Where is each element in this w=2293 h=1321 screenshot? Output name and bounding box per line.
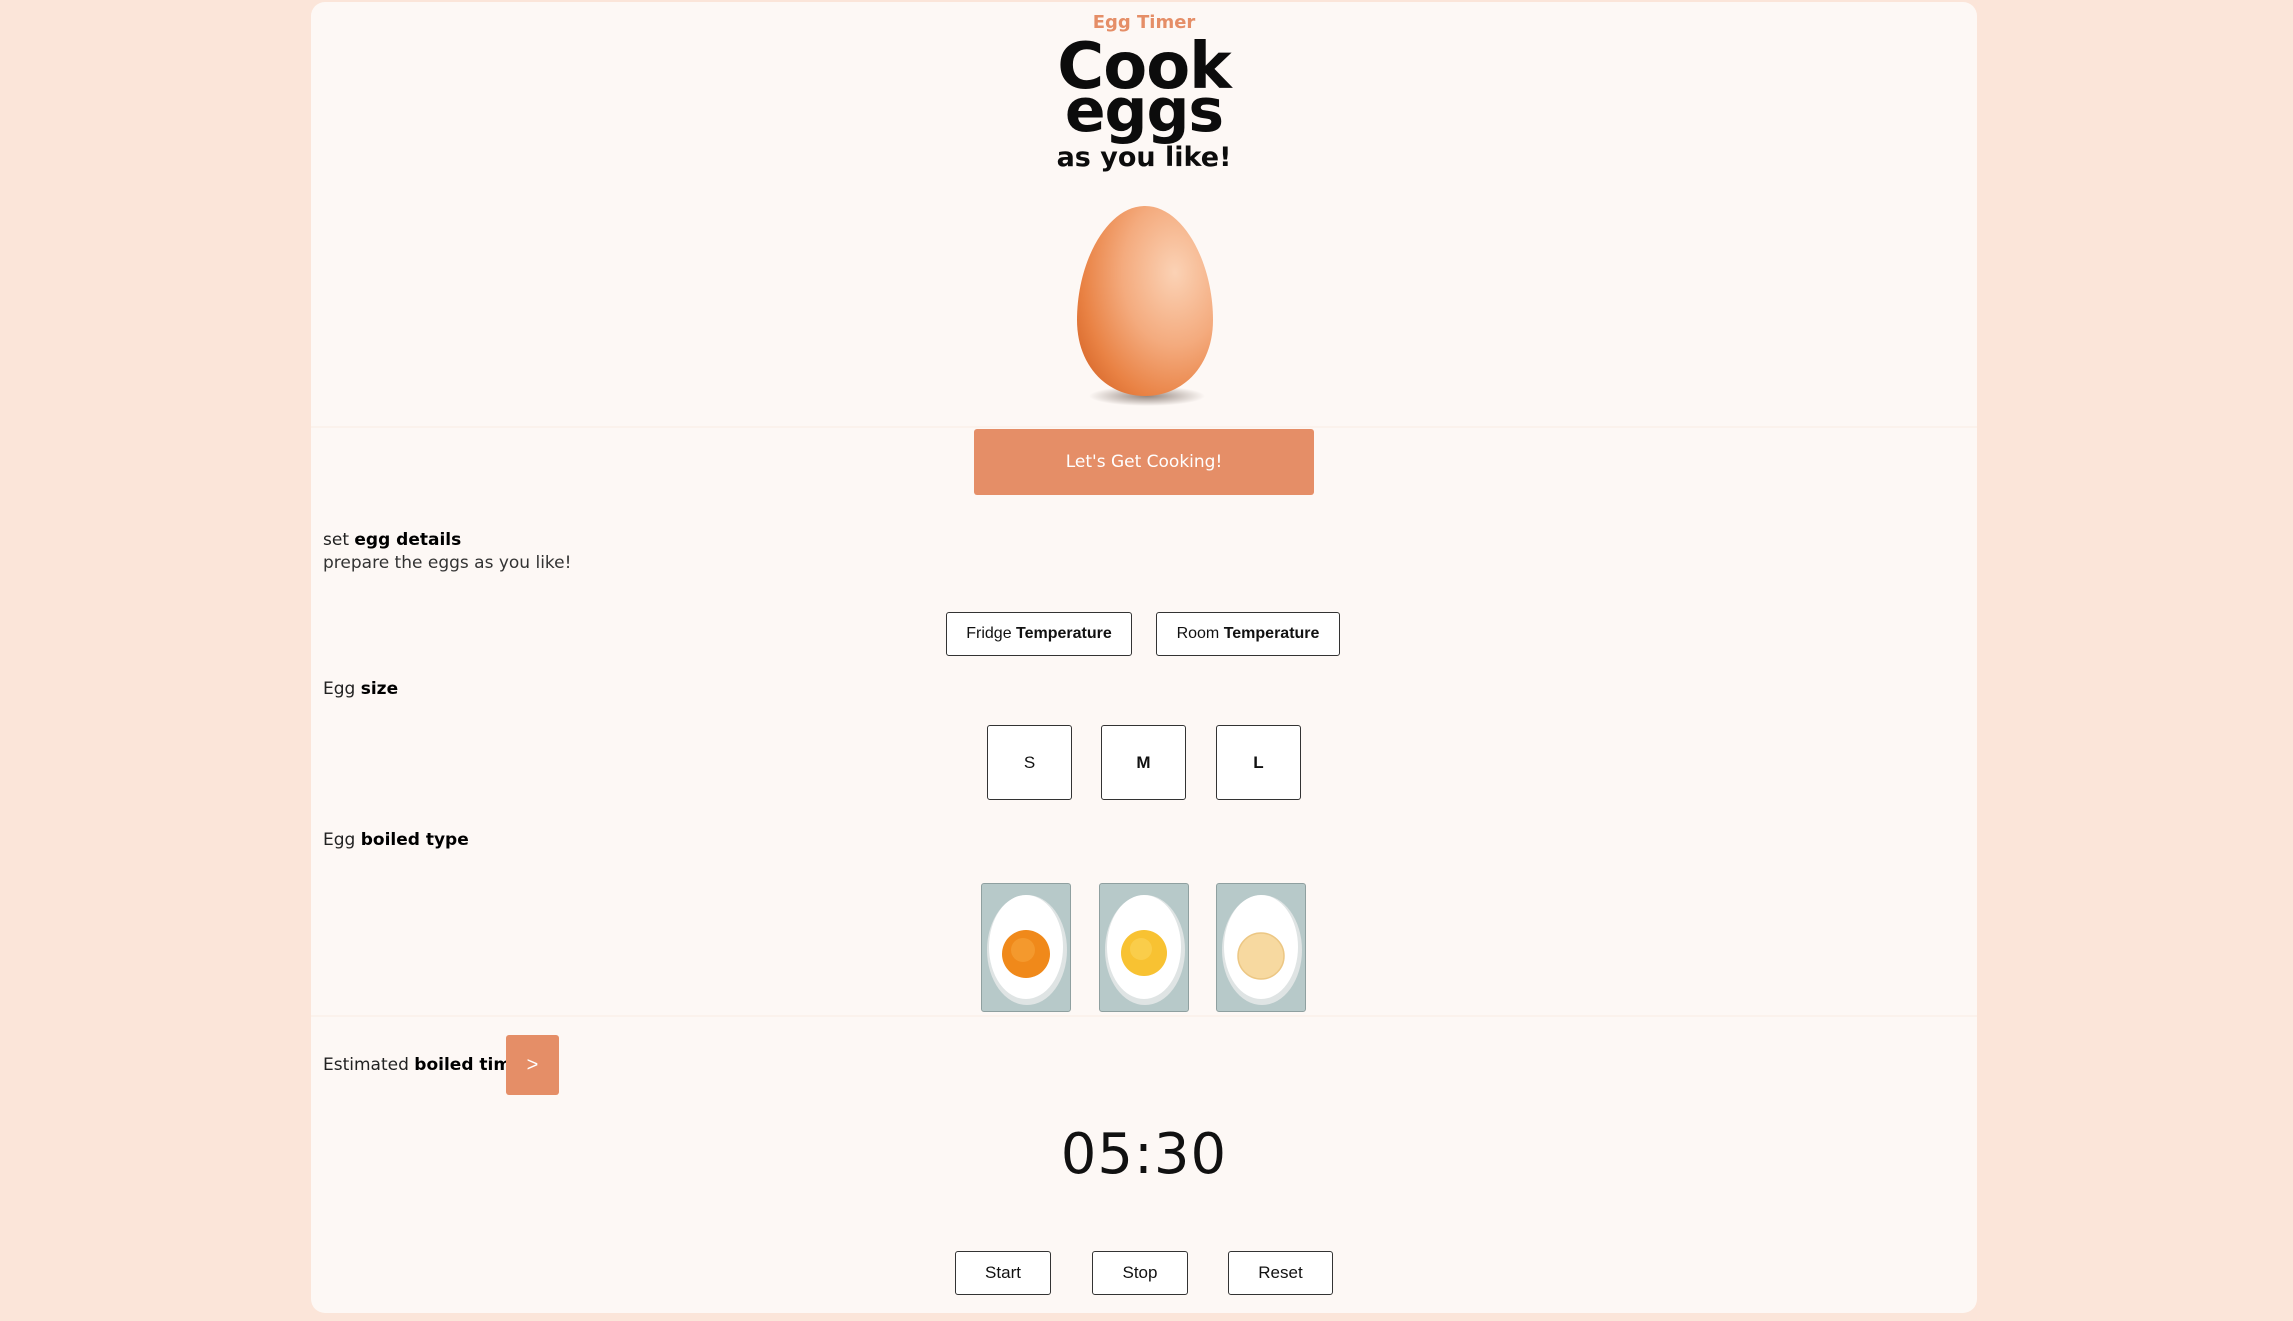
boiled-type-label-bold: boiled type: [360, 830, 469, 850]
egg-details-heading-prefix: set: [323, 530, 355, 550]
fridge-temperature-prefix: Fridge: [966, 625, 1017, 642]
estimated-time-label: Estimated boiled time: [323, 1055, 523, 1075]
stop-button[interactable]: Stop: [1092, 1251, 1188, 1295]
size-m-button[interactable]: M: [1101, 725, 1186, 800]
soft-boiled-option[interactable]: [981, 883, 1071, 1012]
size-l-button[interactable]: L: [1216, 725, 1301, 800]
room-temperature-button[interactable]: Room Temperature: [1156, 612, 1340, 656]
medium-boiled-egg-icon: [1104, 895, 1185, 1005]
hard-boiled-egg-icon: [1221, 895, 1302, 1005]
egg-size-label-bold: size: [360, 679, 399, 699]
medium-boiled-option[interactable]: [1099, 883, 1189, 1012]
hard-boiled-option[interactable]: [1216, 883, 1306, 1012]
lets-get-cooking-button[interactable]: Let's Get Cooking!: [974, 429, 1314, 495]
section-divider-2: [311, 1015, 1977, 1017]
timer-display: 05:30: [1060, 1122, 1228, 1187]
egg-details-subheading: prepare the eggs as you like!: [323, 553, 572, 573]
boiled-type-label: Egg boiled type: [323, 830, 469, 850]
fridge-temperature-bold: Temperature: [1016, 625, 1112, 642]
egg-illustration: [1065, 200, 1225, 410]
fridge-temperature-button[interactable]: Fridge Temperature: [946, 612, 1132, 656]
size-s-button[interactable]: S: [987, 725, 1072, 800]
app-card: Egg Timer Cook eggs as you like! Let's G: [311, 2, 1977, 1313]
egg-details-heading-bold: egg details: [354, 530, 462, 550]
egg-size-label-prefix: Egg: [323, 679, 361, 699]
hero-title-line2: eggs: [1064, 76, 1224, 146]
room-temperature-prefix: Room: [1176, 625, 1224, 642]
estimated-time-label-prefix: Estimated: [323, 1055, 415, 1075]
egg-size-label: Egg size: [323, 679, 398, 699]
egg-details-heading: set egg details: [323, 530, 461, 550]
reset-button[interactable]: Reset: [1228, 1251, 1333, 1295]
hero-subtitle: as you like!: [1056, 142, 1232, 173]
start-button[interactable]: Start: [955, 1251, 1051, 1295]
boiled-type-label-prefix: Egg: [323, 830, 361, 850]
section-divider: [311, 426, 1977, 428]
room-temperature-bold: Temperature: [1223, 625, 1320, 642]
soft-boiled-egg-icon: [986, 895, 1067, 1005]
show-time-arrow-button[interactable]: >: [506, 1035, 559, 1095]
